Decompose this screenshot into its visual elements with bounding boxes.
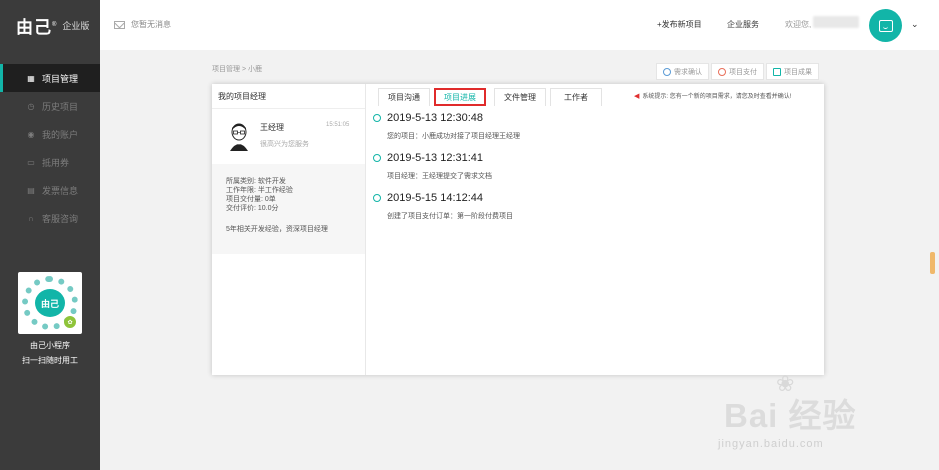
clock-icon: ◷ (27, 101, 35, 111)
ticket-icon: ▭ (27, 157, 35, 167)
brand-edition: 企业版 (62, 20, 90, 31)
tab-workers[interactable]: 工作者 (550, 88, 602, 106)
timeline-date: 2019-5-13 12:31:41 (387, 152, 484, 164)
sidebar-item-label: 历史项目 (42, 101, 79, 112)
avatar[interactable] (869, 9, 902, 42)
sidebar-item-support[interactable]: ∩ 客服咨询 (0, 204, 100, 232)
tab-files[interactable]: 文件管理 (494, 88, 546, 106)
chevron-down-icon[interactable]: ⌄ (911, 19, 919, 30)
sidebar-item-label: 客服咨询 (42, 213, 79, 224)
sidebar-item-invoice[interactable]: ▤ 发票信息 (0, 176, 100, 204)
manager-delivery-count: 项目交付量: 0单 (226, 196, 276, 203)
manager-description: 5年相关开发经验，资深项目经理 (226, 226, 328, 233)
manager-info: 所属类别: 软件开发 工作年限: 半工作经验 项目交付量: 0单 交付评价: 1… (212, 164, 365, 254)
project-result-button[interactable]: 项目成果 (766, 63, 819, 80)
message-text: 您暂无消息 (131, 20, 171, 29)
timeline-dot (373, 154, 381, 162)
mini-program-qr-code: 由己 ✿ (18, 272, 82, 334)
timeline-date: 2019-5-13 12:30:48 (387, 112, 484, 124)
manager-avatar (230, 123, 248, 151)
manager-name: 王经理 (260, 123, 284, 132)
wechat-icon: ✿ (64, 316, 76, 328)
progress-timeline: 2019-5-13 12:30:48 您的项目：小鹿成功对接了项目经理王经理 2… (372, 112, 812, 232)
timeline-dot (373, 114, 381, 122)
headset-icon: ∩ (28, 213, 34, 223)
qr-title: 由己小程序 (30, 341, 70, 350)
check-icon (663, 67, 671, 76)
username-redacted (813, 16, 859, 28)
tab-communication[interactable]: 项目沟通 (378, 88, 430, 106)
pay-icon (718, 67, 726, 76)
welcome-text: 欢迎您, (785, 20, 812, 29)
manager-message-time: 15:51:05 (326, 122, 350, 128)
sidebar-item-label: 我的账户 (42, 129, 79, 140)
scrollbar-handle[interactable] (930, 252, 935, 274)
timeline-dot (373, 194, 381, 202)
manager-category: 所属类别: 软件开发 (226, 178, 286, 185)
invoice-icon: ▤ (27, 185, 35, 195)
timeline-text: 项目经理：王经理提交了需求文档 (387, 173, 492, 180)
requirement-confirm-button[interactable]: 需求确认 (656, 63, 709, 80)
manager-column-title: 我的项目经理 (218, 91, 266, 101)
system-notice[interactable]: ◀ 系统提示: 您有一个新的项目需求，请您及时查看并确认! (634, 91, 792, 101)
watermark-text: Bai 经验 (724, 397, 857, 434)
user-icon: ◉ (27, 129, 35, 139)
message-notice[interactable]: 您暂无消息 (114, 19, 171, 30)
sidebar-item-history[interactable]: ◷ 历史项目 (0, 92, 100, 120)
sidebar-item-label: 发票信息 (42, 185, 79, 196)
qr-subtitle: 扫一扫随时用工 (22, 356, 78, 365)
sidebar-item-project-management[interactable]: ▦ 项目管理 (0, 64, 100, 92)
action-label: 项目成果 (784, 68, 812, 76)
manager-greeting: 很高兴为您服务 (260, 141, 309, 148)
mail-icon (114, 20, 125, 29)
enterprise-service-link[interactable]: 企业服务 (727, 19, 759, 30)
breadcrumb: 项目管理 > 小鹿 (212, 66, 262, 73)
watermark-url: jingyan.baidu.com (718, 438, 824, 450)
manager-years: 工作年限: 半工作经验 (226, 187, 293, 194)
result-icon (773, 67, 781, 76)
sidebar-item-label: 项目管理 (42, 73, 79, 84)
timeline-text: 您的项目：小鹿成功对接了项目经理王经理 (387, 133, 520, 140)
sidebar-nav: ▦ 项目管理 ◷ 历史项目 ◉ 我的账户 ▭ 抵用券 ▤ 发票信息 ∩ 客服咨询 (0, 64, 100, 232)
timeline-date: 2019-5-15 14:12:44 (387, 192, 484, 204)
sidebar-item-coupon[interactable]: ▭ 抵用券 (0, 148, 100, 176)
brand[interactable]: 由己 ® 企业版 (0, 0, 100, 50)
manager-card[interactable]: 王经理 15:51:05 很高兴为您服务 (212, 108, 365, 164)
megaphone-icon: ◀ (634, 92, 640, 100)
project-panel: 我的项目经理 王经理 15:51:05 很高兴为您服务 所属类别: 软件开发 工… (212, 84, 824, 375)
notice-text: 系统提示: 您有一个新的项目需求，请您及时查看并确认! (642, 94, 792, 100)
project-tabs: 项目沟通 项目进展 文件管理 工作者 ◀ 系统提示: 您有一个新的项目需求，请您… (366, 84, 824, 108)
project-payment-button[interactable]: 项目支付 (711, 63, 764, 80)
timeline-item: 2019-5-13 12:30:48 您的项目：小鹿成功对接了项目经理王经理 (372, 112, 812, 152)
project-actions: 需求确认 项目支付 项目成果 (656, 63, 819, 80)
sidebar-item-label: 抵用券 (42, 157, 70, 168)
brand-logo: 由己 (16, 17, 52, 37)
post-project-link[interactable]: +发布新项目 (657, 19, 702, 30)
face-icon (878, 19, 893, 32)
manager-rating: 交付评价: 10.0分 (226, 205, 279, 212)
topbar: 您暂无消息 +发布新项目 企业服务 欢迎您, ⌄ (100, 0, 939, 50)
manager-column: 我的项目经理 王经理 15:51:05 很高兴为您服务 所属类别: 软件开发 工… (212, 84, 366, 375)
action-label: 项目支付 (729, 68, 757, 76)
tab-progress[interactable]: 项目进展 (434, 88, 486, 106)
sidebar-item-account[interactable]: ◉ 我的账户 (0, 120, 100, 148)
timeline-item: 2019-5-13 12:31:41 项目经理：王经理提交了需求文档 (372, 152, 812, 192)
baidu-jingyan-watermark: ❀ Bai 经验 jingyan.baidu.com (716, 371, 916, 461)
sidebar: 由己 ® 企业版 ▦ 项目管理 ◷ 历史项目 ◉ 我的账户 ▭ 抵用券 ▤ 发票信… (0, 0, 100, 470)
action-label: 需求确认 (674, 68, 702, 76)
timeline-item: 2019-5-15 14:12:44 创建了项目支付订单：第一阶段付费项目 (372, 192, 812, 232)
qr-logo: 由己 (35, 289, 65, 317)
grid-icon: ▦ (27, 73, 35, 83)
timeline-text: 创建了项目支付订单：第一阶段付费项目 (387, 213, 513, 220)
